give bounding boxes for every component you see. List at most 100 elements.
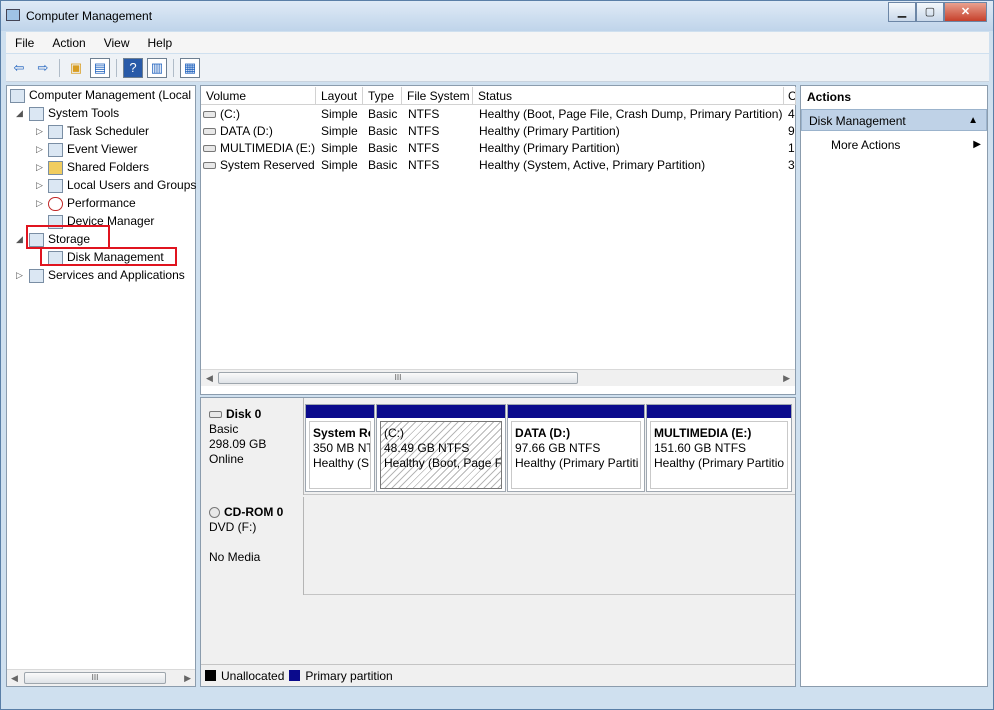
title-bar: Computer Management ▁ ▢ ✕ (1, 1, 993, 31)
scroll-left-icon[interactable]: ◀ (11, 673, 18, 684)
partition-title: DATA (D:) (515, 426, 571, 440)
window-controls: ▁ ▢ ✕ (888, 2, 987, 22)
tree-event-viewer[interactable]: Event Viewer (48, 140, 137, 158)
help-icon[interactable]: ? (123, 57, 143, 78)
scroll-left-icon[interactable]: ◀ (206, 373, 213, 384)
scroll-thumb[interactable]: III (24, 672, 166, 684)
menu-file[interactable]: File (6, 36, 43, 50)
cell-file-system: NTFS (408, 107, 440, 121)
column-header-capacity[interactable]: C (784, 87, 796, 105)
tree-root[interactable]: Computer Management (Local (10, 86, 191, 104)
tree-system-tools[interactable]: System Tools (29, 104, 119, 122)
storage-highlight-box (26, 225, 110, 249)
cdrom-0-type: DVD (F:) (209, 520, 257, 534)
cell-layout: Simple (321, 107, 358, 121)
close-button[interactable]: ✕ (944, 2, 987, 22)
table-row[interactable]: MULTIMEDIA (E:) Simple Basic NTFS Health… (201, 140, 796, 157)
cell-layout: Simple (321, 124, 358, 138)
column-header-status[interactable]: Status (473, 87, 784, 105)
partition-size: 97.66 GB NTFS (515, 441, 601, 455)
cd-drive-icon (209, 507, 220, 519)
tree-label: Event Viewer (67, 142, 138, 156)
expand-icon[interactable]: ▷ (35, 126, 44, 137)
window-title: Computer Management (26, 9, 153, 23)
computer-icon (10, 88, 25, 103)
volume-list-pane: Volume Layout Type File System Status C … (200, 85, 796, 395)
expand-icon[interactable]: ▷ (35, 144, 44, 155)
up-folder-icon[interactable]: ▣ (66, 58, 86, 78)
table-row[interactable]: System Reserved Simple Basic NTFS Health… (201, 157, 796, 174)
performance-icon (48, 196, 63, 211)
tree-performance[interactable]: Performance (48, 194, 136, 212)
cell-volume: (C:) (220, 107, 240, 121)
primary-partition-bar (508, 405, 644, 418)
collapse-icon[interactable]: ◢ (15, 234, 24, 245)
scroll-right-icon[interactable]: ▶ (184, 673, 191, 684)
tree-task-scheduler[interactable]: Task Scheduler (48, 122, 149, 140)
system-tools-icon (29, 106, 44, 121)
tree-shared-folders[interactable]: Shared Folders (48, 158, 149, 176)
partition-title: MULTIMEDIA (E:) (654, 426, 752, 440)
collapse-icon[interactable]: ◢ (15, 108, 24, 119)
actions-section-disk-management[interactable]: Disk Management ▲ (801, 109, 987, 131)
partition-status: Healthy (Primary Partitio (654, 456, 785, 470)
cell-type: Basic (368, 158, 398, 172)
partition-data-d[interactable]: DATA (D:) 97.66 GB NTFS Healthy (Primary… (507, 404, 645, 492)
table-row[interactable]: DATA (D:) Simple Basic NTFS Healthy (Pri… (201, 123, 796, 140)
collapse-up-icon[interactable]: ▲ (968, 110, 978, 132)
more-actions-link[interactable]: More Actions ▶ (831, 136, 981, 154)
menu-view[interactable]: View (95, 36, 139, 50)
forward-arrow-icon[interactable]: ⇨ (33, 58, 53, 78)
column-header-type[interactable]: Type (363, 87, 402, 105)
cdrom-0-row: CD-ROM 0 DVD (F:) No Media (201, 497, 795, 595)
partition-size: 350 MB NT (313, 441, 371, 455)
cell-capacity: 1 (788, 141, 795, 155)
partition-title: (C:) (384, 426, 404, 440)
column-header-layout[interactable]: Layout (316, 87, 363, 105)
scroll-right-icon[interactable]: ▶ (783, 373, 790, 384)
menu-bar: File Action View Help (6, 32, 989, 53)
legend: Unallocated Primary partition (201, 664, 795, 686)
menu-action[interactable]: Action (43, 36, 94, 50)
maximize-button[interactable]: ▢ (916, 2, 944, 22)
disk-0-info[interactable]: Disk 0 Basic 298.09 GB Online (201, 398, 304, 495)
action-pane-icon[interactable]: ▥ (147, 57, 167, 78)
cell-type: Basic (368, 107, 398, 121)
tree-services-applications[interactable]: Services and Applications (29, 266, 185, 284)
cdrom-0-info[interactable]: CD-ROM 0 DVD (F:) No Media (201, 497, 304, 595)
scroll-thumb[interactable]: III (218, 372, 578, 384)
toolbar-separator (59, 58, 60, 77)
column-header-volume[interactable]: Volume (201, 87, 316, 105)
back-arrow-icon[interactable]: ⇦ (9, 58, 29, 78)
expand-icon[interactable]: ▷ (35, 162, 44, 173)
cell-capacity: 4 (788, 107, 795, 121)
actions-header: Actions (807, 90, 852, 104)
disk-layout-pane: Disk 0 Basic 298.09 GB Online System Re … (200, 397, 796, 687)
minimize-button[interactable]: ▁ (888, 2, 916, 22)
toolbar-separator (173, 58, 174, 77)
cell-file-system: NTFS (408, 141, 440, 155)
disk-management-highlight-box (40, 247, 177, 266)
tree-label: Task Scheduler (67, 124, 150, 138)
toolbar-separator (116, 58, 117, 77)
actions-section-label: Disk Management (809, 114, 906, 128)
properties-icon[interactable]: ▦ (180, 57, 200, 78)
partition-status: Healthy (S (313, 456, 370, 470)
cell-layout: Simple (321, 158, 358, 172)
expand-icon[interactable]: ▷ (35, 180, 44, 191)
expand-icon[interactable]: ▷ (35, 198, 44, 209)
column-header-file-system[interactable]: File System (402, 87, 473, 105)
volume-horizontal-scrollbar[interactable]: ◀ III ▶ (201, 369, 795, 386)
expand-icon[interactable]: ▷ (15, 270, 24, 281)
users-icon (48, 178, 63, 193)
menu-help[interactable]: Help (139, 36, 182, 50)
tree-local-users[interactable]: Local Users and Groups (48, 176, 196, 194)
partition-c[interactable]: (C:) 48.49 GB NTFS Healthy (Boot, Page F (376, 404, 506, 492)
show-hide-tree-icon[interactable]: ▤ (90, 57, 110, 78)
table-row[interactable]: (C:) Simple Basic NTFS Healthy (Boot, Pa… (201, 106, 796, 123)
partition-status: Healthy (Primary Partiti (515, 456, 639, 470)
partition-multimedia-e[interactable]: MULTIMEDIA (E:) 151.60 GB NTFS Healthy (… (646, 404, 792, 492)
volume-drive-icon (203, 162, 216, 170)
tree-horizontal-scrollbar[interactable]: ◀ III ▶ (7, 669, 195, 686)
partition-system-reserved[interactable]: System Re 350 MB NT Healthy (S (305, 404, 375, 492)
